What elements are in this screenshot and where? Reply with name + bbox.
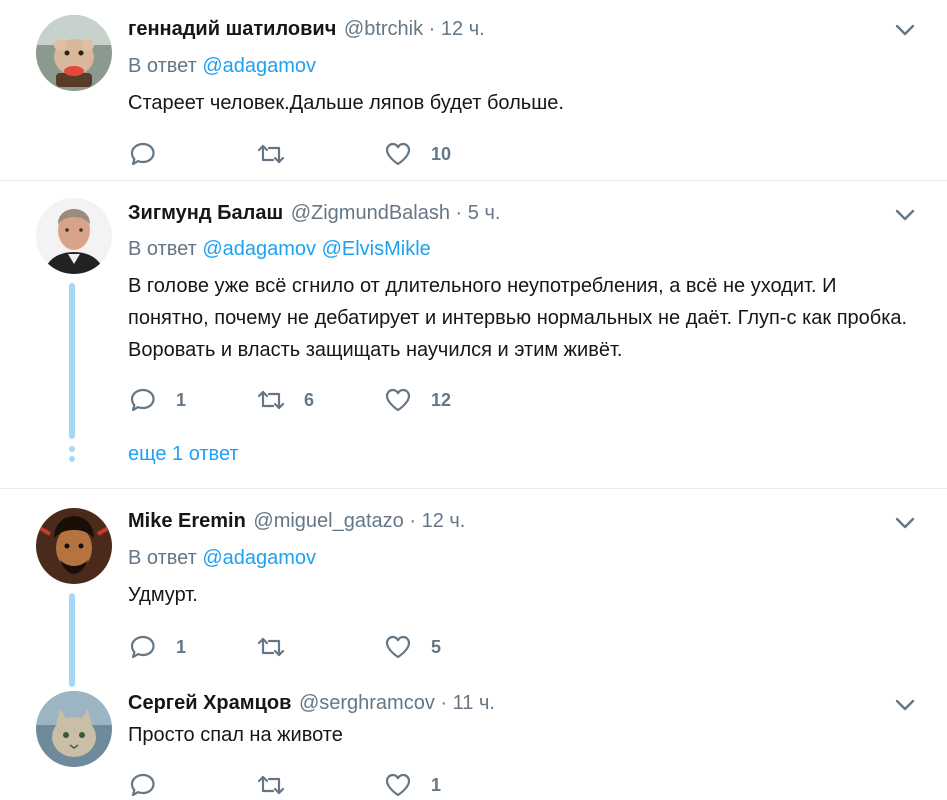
tweet-text: Просто спал на животе bbox=[128, 724, 343, 746]
like-button[interactable]: 10 bbox=[383, 139, 451, 169]
reply-context: В ответ @adagamov bbox=[128, 546, 316, 570]
separator: · bbox=[409, 510, 417, 532]
timestamp[interactable]: 5 ч. bbox=[468, 202, 501, 224]
tweet-text: В голове уже всё сгнило от длительного н… bbox=[128, 275, 908, 361]
heart-icon bbox=[385, 142, 411, 166]
tweet-header: геннадий шатилович @btrchik · 12 ч. bbox=[128, 17, 485, 41]
tweet-actions: 1 6 12 bbox=[128, 385, 628, 415]
retweet-button[interactable]: 6 bbox=[256, 385, 314, 415]
mention-link[interactable]: @adagamov bbox=[202, 238, 316, 260]
heart-icon bbox=[385, 773, 411, 797]
reply-label: В ответ bbox=[128, 547, 197, 569]
retweet-count: 6 bbox=[304, 389, 315, 410]
retweet-button[interactable] bbox=[256, 632, 304, 662]
reply-button[interactable] bbox=[128, 139, 176, 169]
timestamp[interactable]: 12 ч. bbox=[441, 18, 485, 40]
thread-dot bbox=[69, 446, 75, 452]
chevron-down-icon[interactable] bbox=[892, 692, 918, 718]
author-name[interactable]: Зигмунд Балаш bbox=[128, 202, 283, 224]
retweet-button[interactable] bbox=[256, 139, 304, 169]
reply-count: 1 bbox=[176, 389, 187, 410]
tweet-text: Стареет человек.Дальше ляпов будет больш… bbox=[128, 92, 564, 114]
avatar[interactable] bbox=[36, 508, 112, 584]
chevron-down-icon[interactable] bbox=[892, 17, 918, 43]
reply-button[interactable]: 1 bbox=[128, 632, 186, 662]
chevron-down-icon[interactable] bbox=[892, 202, 918, 228]
mention-link[interactable]: @adagamov bbox=[202, 55, 316, 77]
mention-link[interactable]: @ElvisMikle bbox=[322, 238, 431, 260]
reply-context: В ответ @adagamov bbox=[128, 54, 316, 78]
mention-link[interactable]: @adagamov bbox=[202, 547, 316, 569]
heart-icon bbox=[385, 635, 411, 659]
reply-button[interactable]: 1 bbox=[128, 385, 186, 415]
separator: · bbox=[440, 692, 448, 714]
author-handle[interactable]: @ZigmundBalash bbox=[291, 202, 450, 224]
tweet-actions: 1 bbox=[128, 770, 628, 800]
like-button[interactable]: 1 bbox=[383, 770, 441, 800]
retweet-icon bbox=[257, 390, 285, 410]
reply-context: В ответ @adagamov @ElvisMikle bbox=[128, 237, 431, 261]
retweet-button[interactable] bbox=[256, 770, 304, 800]
reply-icon bbox=[130, 388, 155, 412]
separator: · bbox=[455, 202, 463, 224]
heart-icon bbox=[385, 388, 411, 412]
avatar[interactable] bbox=[36, 15, 112, 91]
like-count: 12 bbox=[431, 389, 452, 410]
author-handle[interactable]: @miguel_gatazo bbox=[253, 510, 403, 532]
author-handle[interactable]: @btrchik bbox=[344, 18, 423, 40]
tweet-header: Mike Eremin @miguel_gatazo · 12 ч. bbox=[128, 509, 465, 533]
tweet-actions: 10 bbox=[128, 139, 628, 169]
reply-icon bbox=[130, 635, 155, 659]
retweet-icon bbox=[257, 144, 285, 164]
tweet-4[interactable]: Сергей Храмцов @serghramcov · 11 ч. Прос… bbox=[0, 675, 947, 797]
author-name[interactable]: Сергей Храмцов bbox=[128, 692, 291, 714]
like-count: 1 bbox=[431, 774, 442, 795]
tweet-header: Сергей Храмцов @serghramcov · 11 ч. bbox=[128, 691, 495, 715]
reply-label: В ответ bbox=[128, 238, 197, 260]
tweet-2[interactable]: Зигмунд Балаш @ZigmundBalash · 5 ч. В от… bbox=[0, 181, 947, 487]
tweet-1[interactable]: геннадий шатилович @btrchik · 12 ч. В от… bbox=[0, 0, 947, 180]
reply-button[interactable] bbox=[128, 770, 176, 800]
retweet-icon bbox=[257, 775, 285, 795]
reply-icon bbox=[130, 773, 155, 797]
tweet-3[interactable]: Mike Eremin @miguel_gatazo · 12 ч. В отв… bbox=[0, 489, 947, 687]
tweet-text: Удмурт. bbox=[128, 584, 198, 606]
chevron-down-icon[interactable] bbox=[892, 510, 918, 536]
avatar[interactable] bbox=[36, 691, 112, 767]
timestamp[interactable]: 11 ч. bbox=[453, 692, 495, 714]
author-handle[interactable]: @serghramcov bbox=[299, 692, 435, 714]
separator: · bbox=[428, 18, 436, 40]
retweet-icon bbox=[257, 637, 285, 657]
reply-icon bbox=[130, 142, 155, 166]
reply-count: 1 bbox=[176, 636, 187, 657]
avatar[interactable] bbox=[36, 198, 112, 274]
show-more-replies-link[interactable]: еще 1 ответ bbox=[128, 442, 239, 466]
like-button[interactable]: 12 bbox=[383, 385, 451, 415]
like-count: 10 bbox=[431, 143, 452, 164]
tweet-header: Зигмунд Балаш @ZigmundBalash · 5 ч. bbox=[128, 201, 500, 225]
author-name[interactable]: геннадий шатилович bbox=[128, 18, 336, 40]
like-button[interactable]: 5 bbox=[383, 632, 441, 662]
like-count: 5 bbox=[431, 636, 442, 657]
tweet-actions: 1 5 bbox=[128, 632, 628, 662]
reply-label: В ответ bbox=[128, 55, 197, 77]
timestamp[interactable]: 12 ч. bbox=[422, 510, 466, 532]
thread-line bbox=[69, 283, 75, 439]
author-name[interactable]: Mike Eremin bbox=[128, 510, 246, 532]
thread-dot bbox=[69, 456, 75, 462]
thread-line bbox=[69, 593, 75, 687]
